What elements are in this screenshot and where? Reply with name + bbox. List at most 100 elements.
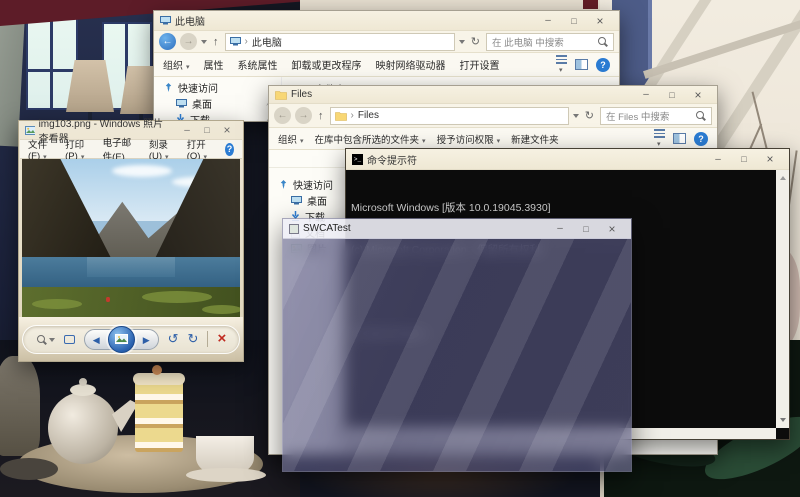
minimize-button[interactable] xyxy=(705,149,731,169)
refresh-icon[interactable]: ↻ xyxy=(469,35,482,48)
search-box[interactable] xyxy=(600,107,712,125)
photo-viewer-toolbar xyxy=(19,317,243,361)
window-mullion xyxy=(28,69,76,72)
slideshow-icon xyxy=(115,334,128,344)
view-options-icon[interactable] xyxy=(654,129,665,148)
swcatest-client-area xyxy=(283,239,631,471)
up-button[interactable]: ↑ xyxy=(316,110,326,122)
minimize-button[interactable] xyxy=(535,11,561,30)
close-button[interactable] xyxy=(599,219,625,238)
files-titlebar[interactable]: Files xyxy=(269,86,717,104)
rotate-left-button[interactable] xyxy=(168,330,179,348)
files-title: Files xyxy=(291,89,312,100)
top-strip xyxy=(300,0,630,10)
back-button[interactable]: ← xyxy=(274,107,291,124)
close-button[interactable] xyxy=(757,149,783,169)
computer-icon xyxy=(160,16,171,25)
maximize-button[interactable] xyxy=(573,219,599,238)
menu-burn[interactable]: 刻录(U) xyxy=(149,137,176,162)
scroll-down-icon[interactable] xyxy=(780,418,786,425)
breadcrumb[interactable]: › 此电脑 xyxy=(225,33,455,51)
figurine xyxy=(0,356,40,456)
search-input[interactable] xyxy=(492,36,597,47)
sidebar-item-desktop[interactable]: 桌面 xyxy=(154,95,281,111)
menu-file[interactable]: 文件(F) xyxy=(28,137,54,162)
photo-moss-patch xyxy=(202,305,240,314)
refresh-icon[interactable]: ↻ xyxy=(583,109,596,122)
sidebar-item-label: 桌面 xyxy=(307,193,327,208)
delete-button[interactable] xyxy=(217,330,226,348)
folder-icon xyxy=(275,90,287,100)
maximize-button[interactable] xyxy=(561,11,587,30)
menu-print[interactable]: 打印(P) xyxy=(65,137,92,162)
next-button[interactable] xyxy=(143,330,150,348)
close-button[interactable] xyxy=(685,86,711,103)
preview-pane-icon[interactable] xyxy=(673,133,686,144)
close-button[interactable] xyxy=(217,121,237,139)
forward-button[interactable]: → xyxy=(295,107,312,124)
grant-access-button[interactable]: 授予访问权限 xyxy=(437,132,501,146)
open-settings-button[interactable]: 打开设置 xyxy=(460,57,500,72)
menu-open[interactable]: 打开(O) xyxy=(187,137,214,162)
this-pc-addressbar: ← → ↑ › 此电脑 ↻ xyxy=(154,31,619,53)
maximize-button[interactable] xyxy=(731,149,757,169)
zoom-button[interactable] xyxy=(36,334,55,345)
photo-moss-patch xyxy=(142,291,212,303)
cmd-titlebar[interactable]: >_ 命令提示符 xyxy=(346,149,789,170)
search-input[interactable] xyxy=(606,110,695,121)
maximize-button[interactable] xyxy=(659,86,685,103)
breadcrumb-separator: › xyxy=(245,36,248,47)
rotate-right-button[interactable] xyxy=(188,330,199,348)
breadcrumb[interactable]: › Files xyxy=(330,107,569,125)
help-icon[interactable]: ? xyxy=(694,132,708,146)
sidebar-item-quick-access[interactable]: 快速访问 xyxy=(269,176,356,192)
minimize-button[interactable] xyxy=(633,86,659,103)
search-icon xyxy=(695,110,706,121)
new-folder-button[interactable]: 新建文件夹 xyxy=(511,132,559,146)
system-properties-button[interactable]: 系统属性 xyxy=(238,57,278,72)
this-pc-toolbar: 组织 属性 系统属性 卸载或更改程序 映射网络驱动器 打开设置 ? xyxy=(154,53,619,77)
glass-streaks xyxy=(283,239,631,471)
close-button[interactable] xyxy=(587,11,613,30)
swcatest-titlebar[interactable]: SWCATest xyxy=(283,219,631,239)
map-drive-button[interactable]: 映射网络驱动器 xyxy=(376,57,446,72)
chair-back-1 xyxy=(583,0,598,9)
organize-button[interactable]: 组织 xyxy=(163,57,190,72)
vertical-scrollbar[interactable] xyxy=(776,170,789,428)
sidebar-item-desktop[interactable]: 桌面 xyxy=(269,192,356,208)
properties-button[interactable]: 属性 xyxy=(204,57,224,72)
zoom-dropdown-icon xyxy=(49,338,55,345)
photo-fjord-landscape xyxy=(22,159,240,317)
teapot-knob xyxy=(79,378,87,386)
files-addressbar: ← → ↑ › Files ↻ xyxy=(269,104,717,128)
this-pc-titlebar[interactable]: 此电脑 xyxy=(154,11,619,31)
photo-lake-reflection xyxy=(87,257,174,277)
address-dropdown-icon[interactable] xyxy=(573,114,579,121)
cake-slice xyxy=(135,380,183,452)
scroll-up-icon[interactable] xyxy=(780,173,786,180)
pin-icon xyxy=(164,83,173,92)
preview-pane-icon[interactable] xyxy=(575,59,588,70)
desktop-icon xyxy=(176,99,187,108)
organize-button[interactable]: 组织 xyxy=(278,132,304,146)
forward-button[interactable]: → xyxy=(180,33,197,50)
files-toolbar: 组织 在库中包含所选的文件夹 授予访问权限 新建文件夹 ? xyxy=(269,128,717,150)
photo-viewer-icon xyxy=(25,126,35,135)
previous-button[interactable] xyxy=(93,330,100,348)
uninstall-button[interactable]: 卸载或更改程序 xyxy=(292,57,362,72)
breadcrumb-location: 此电脑 xyxy=(252,34,282,49)
minimize-button[interactable] xyxy=(547,219,573,238)
slideshow-button[interactable] xyxy=(108,326,135,353)
address-dropdown-icon[interactable] xyxy=(459,40,465,47)
navigation-pill xyxy=(84,329,159,350)
recent-pages-icon[interactable] xyxy=(201,40,207,47)
include-in-library-button[interactable]: 在库中包含所选的文件夹 xyxy=(315,132,426,146)
sidebar-item-quick-access[interactable]: 快速访问 xyxy=(154,79,281,95)
actual-size-button[interactable] xyxy=(64,335,75,344)
back-button[interactable]: ← xyxy=(159,33,176,50)
up-button[interactable]: ↑ xyxy=(211,36,221,48)
search-box[interactable] xyxy=(486,33,614,51)
view-options-icon[interactable] xyxy=(556,55,567,74)
help-icon[interactable]: ? xyxy=(225,143,234,156)
help-icon[interactable]: ? xyxy=(596,58,610,72)
